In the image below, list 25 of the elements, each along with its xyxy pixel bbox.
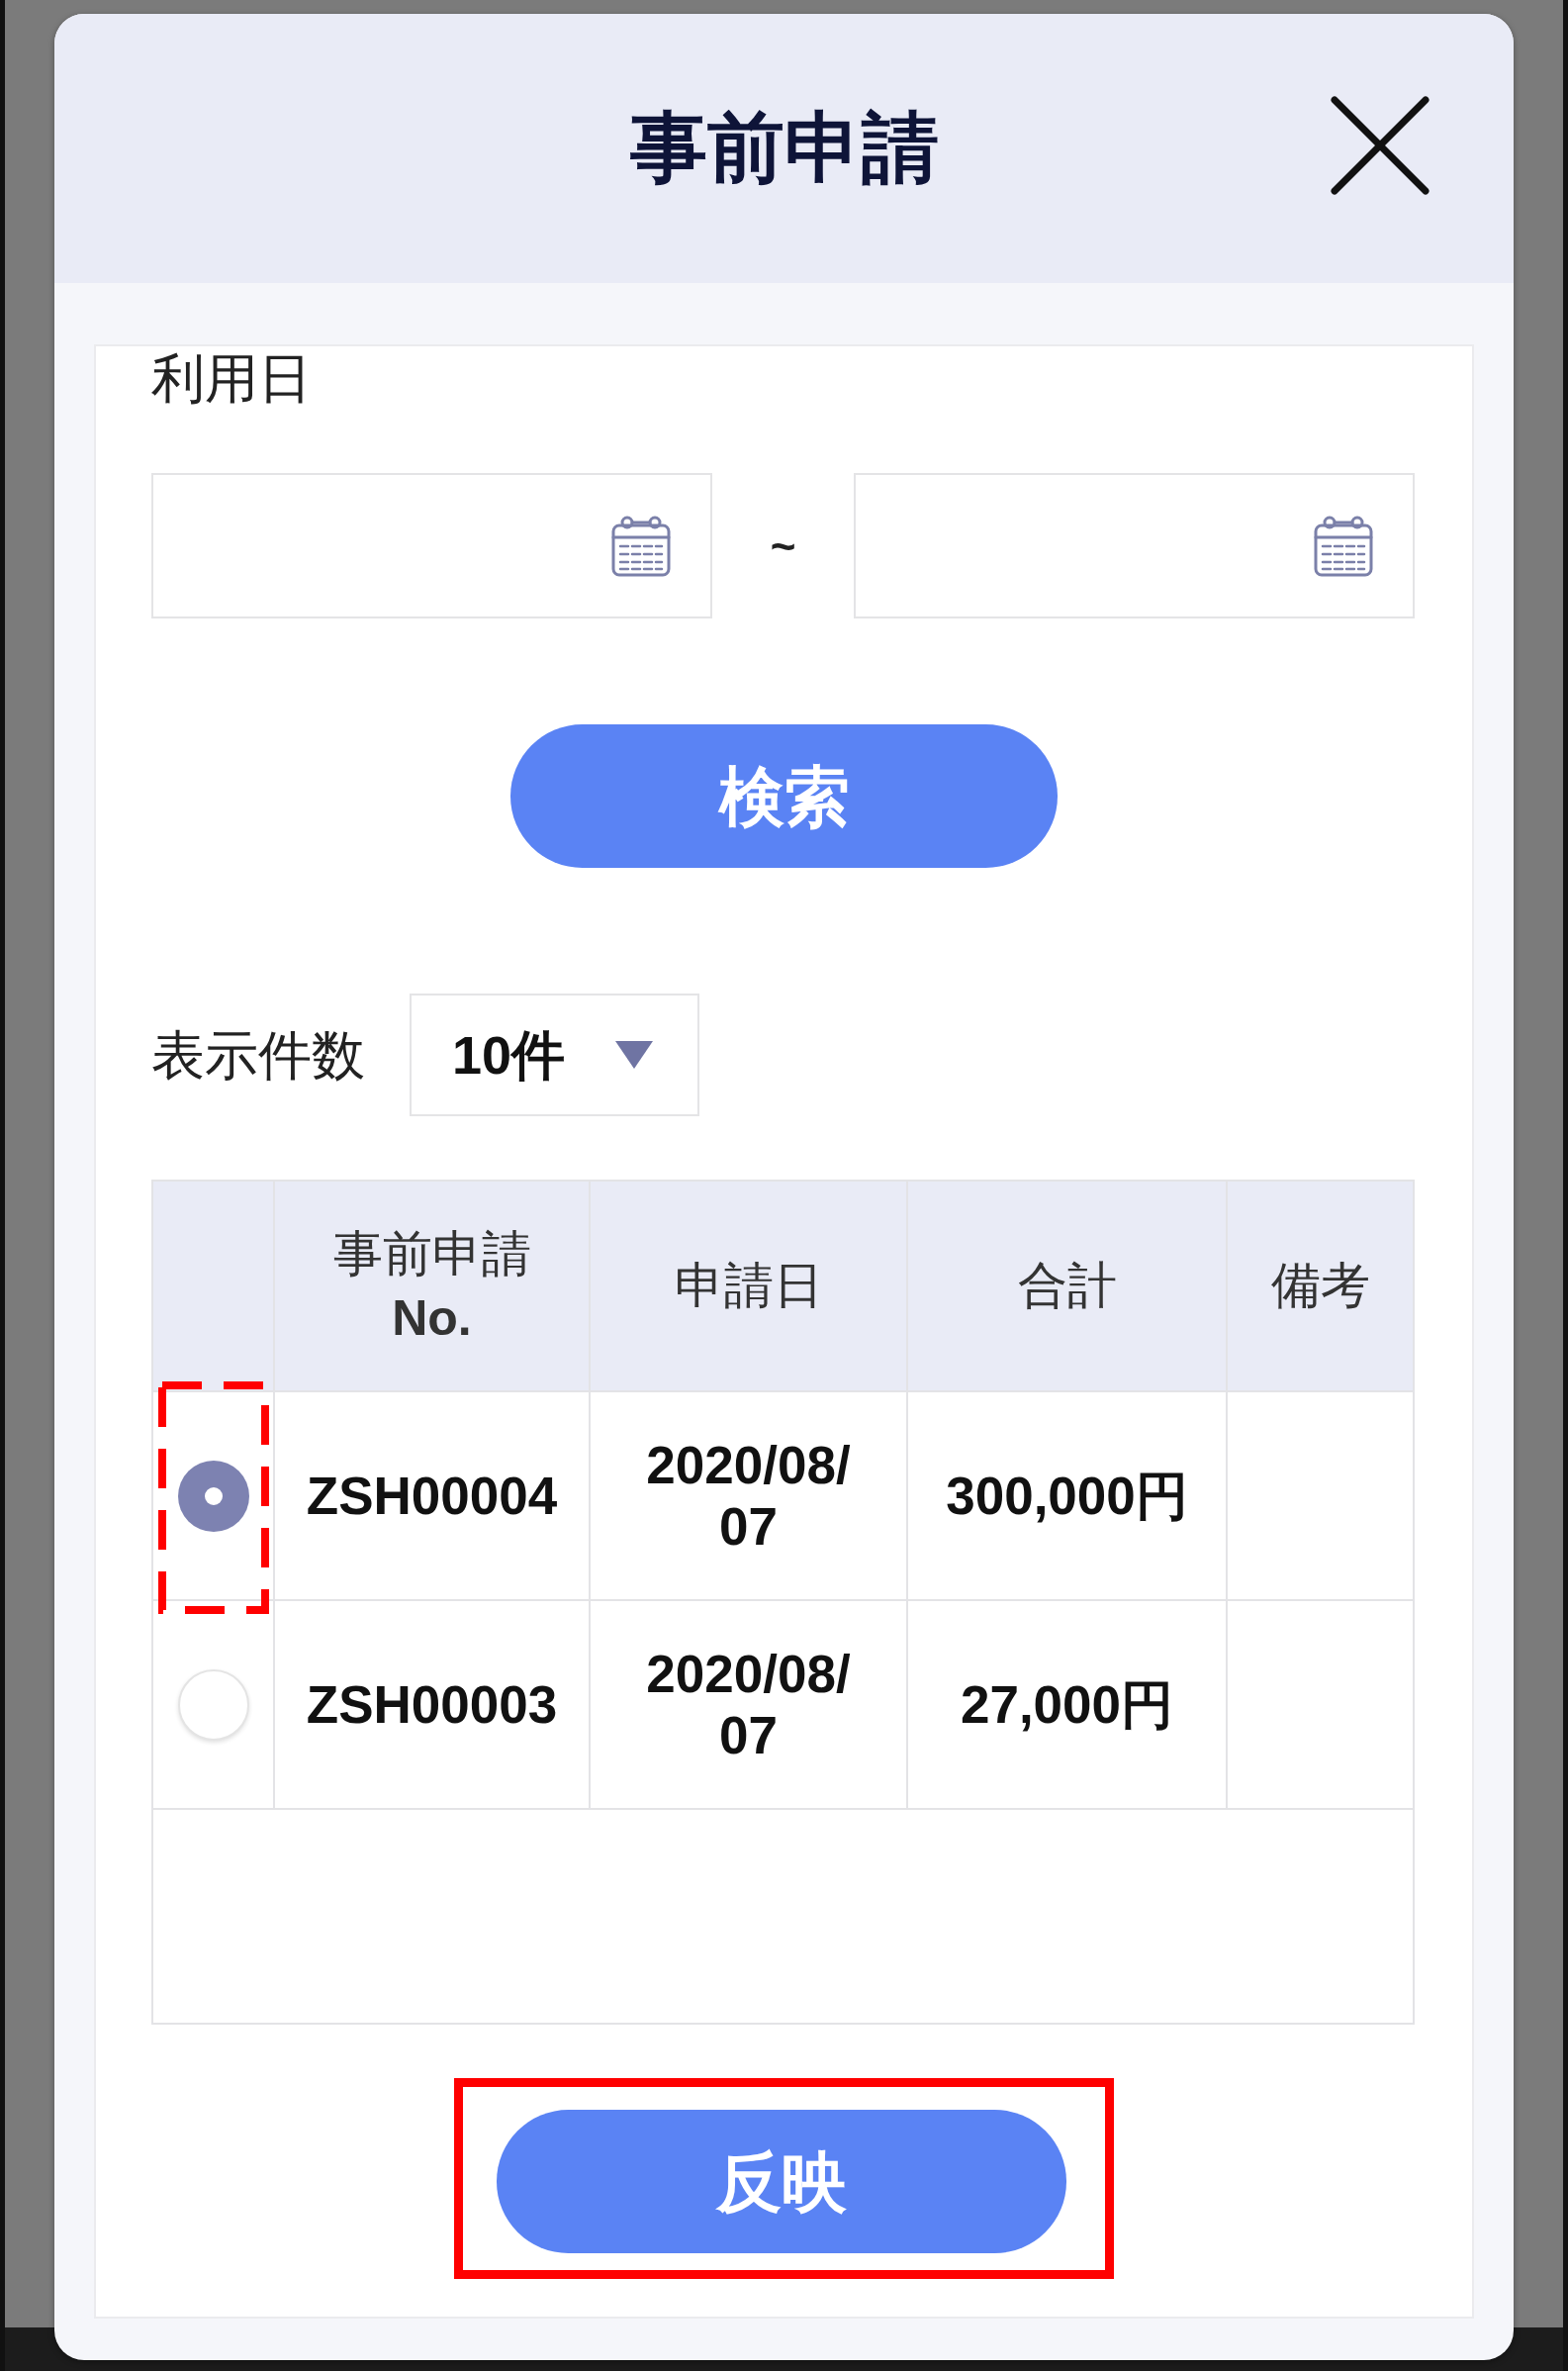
column-header: 事前申請 No. (275, 1182, 591, 1390)
range-separator: ~ (770, 523, 796, 568)
table-cell: 27,000円 (908, 1601, 1228, 1808)
column-header: 備考 (1269, 1257, 1371, 1315)
table-cell: ZSH00003 (275, 1601, 591, 1808)
table-cell: 2020/08/07 (591, 1392, 908, 1599)
column-header: 合計 (908, 1182, 1228, 1390)
search-button[interactable]: 検索 (510, 724, 1058, 868)
page-size-select[interactable]: 10件 (410, 994, 699, 1116)
radio-button[interactable] (177, 1668, 249, 1741)
table-cell: 2020/08/07 (591, 1601, 908, 1808)
table-cell: ZSH00004 (275, 1392, 591, 1599)
dialog-title: 事前申請 (629, 103, 939, 194)
column-header: 申請日 (591, 1182, 908, 1390)
field-label: 利用日 (151, 347, 312, 410)
table-cell: 300,000円 (908, 1392, 1228, 1599)
date-field[interactable] (151, 473, 712, 618)
reflect-button[interactable]: 反映 (497, 2110, 1066, 2253)
close-icon (1331, 96, 1430, 195)
calendar-icon (611, 515, 671, 577)
page-size-label: 表示件数 (151, 1023, 365, 1087)
calendar-icon (1314, 515, 1373, 577)
close-button[interactable] (1331, 96, 1430, 195)
date-field[interactable] (854, 473, 1415, 618)
caret-icon (615, 1041, 653, 1069)
